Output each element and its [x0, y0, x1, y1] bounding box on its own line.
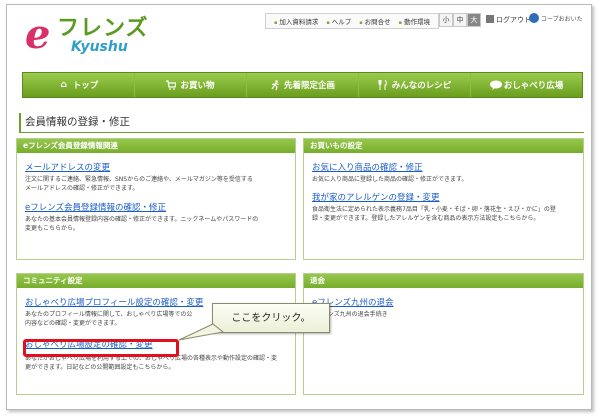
desc-allergen-2: 録・変更ができます。登録したアレルゲンを含む商品の表示方法設定もこちらから。 — [312, 215, 540, 222]
desc-email-change-1: 注文に関するご連絡、緊急情報、SNSからのご連絡や、メールマガジン等を受信する — [25, 176, 253, 183]
cart-icon — [166, 80, 178, 90]
nav-top[interactable]: ⌂ トップ — [23, 73, 135, 97]
link-member-info[interactable]: eフレンズ会員登録情報の確認・修正 — [25, 203, 291, 214]
coop-icon — [529, 13, 539, 23]
nav-shopping-label: お買い物 — [180, 81, 215, 91]
desc-withdraw: eフレンズ九州の退会手続き — [312, 311, 388, 318]
link-help[interactable]: ヘルプ — [326, 16, 352, 26]
link-favorites[interactable]: お気に入り商品の確認・修正 — [312, 163, 578, 174]
link-allergen[interactable]: 我が家のアレルゲンの登録・変更 — [312, 193, 578, 204]
logo-wordmark: フレンズ — [57, 16, 149, 41]
entry-email-change: メールアドレスの変更 注文に関するご連絡、緊急情報、SNSからのご連絡や、メール… — [25, 163, 291, 193]
logout-button[interactable]: ログアウト — [486, 13, 531, 27]
panel-member-info: eフレンズ会員登録情報関連 メールアドレスの変更 注文に関するご連絡、緊急情報、… — [16, 138, 296, 260]
utility-links: 加入資料請求 ヘルプ お問合せ 動作環境 — [265, 13, 440, 29]
nav-chat[interactable]: おしゃべり広場 — [471, 73, 582, 97]
home-icon: ⌂ — [60, 80, 67, 90]
nav-chat-label: おしゃべり広場 — [503, 81, 564, 91]
font-size-switcher: 小 中 大 — [439, 13, 481, 27]
nav-top-label: トップ — [72, 81, 99, 91]
nav-recipes-label: みんなのレシピ — [391, 81, 452, 91]
desc-favorites: お気に入り商品に登録した商品の確認・修正ができます。 — [312, 176, 468, 183]
logo-region: Kyushu — [71, 39, 128, 55]
coop-oita-logo[interactable]: コープおおいた — [529, 13, 583, 27]
efriends-kyushu-logo[interactable]: e フレンズ Kyushu — [25, 11, 175, 63]
page-title: 会員情報の登録・修正 — [19, 113, 584, 133]
desc-allergen-1: 食品衛生法に定められた表示義務7品目「乳・小麦・そば・卵・落花生・えび・かに」の… — [312, 206, 556, 213]
main-nav: ⌂ トップ お買い物 先着限定企画 みんなのレシピ おしゃべり広場 — [22, 72, 583, 98]
entry-withdraw: eフレンズ九州の退会 eフレンズ九州の退会手続き — [312, 298, 578, 319]
desc-email-change-2: メールアドレスの確認・修正ができます。 — [25, 185, 139, 192]
logout-icon — [486, 15, 494, 23]
link-environment[interactable]: 動作環境 — [399, 16, 430, 26]
nav-shopping[interactable]: お買い物 — [135, 73, 247, 97]
link-email-change[interactable]: メールアドレスの変更 — [25, 163, 291, 174]
desc-member-info-2: 変更もこちらから。 — [25, 225, 80, 232]
logout-label: ログアウト — [496, 16, 531, 24]
desc-member-info-1: あなたの基本会員情報登録内容の確認・修正ができます。ニックネームやパスワードの — [25, 216, 259, 223]
panel-withdraw: 退会 eフレンズ九州の退会 eフレンズ九州の退会手続き — [303, 273, 584, 395]
click-highlight-box — [23, 339, 179, 357]
coop-label: コープおおいた — [541, 16, 583, 23]
link-request-materials[interactable]: 加入資料請求 — [274, 16, 318, 26]
nav-limited-label: 先着限定企画 — [283, 81, 335, 91]
nav-limited[interactable]: 先着限定企画 — [247, 73, 359, 97]
panel-community-settings: コミュニティ設定 おしゃべり広場プロフィール設定の確認・変更 あなたのプロフィー… — [16, 273, 296, 395]
panel-shopping-settings-title: お買いもの設定 — [304, 139, 583, 153]
font-size-small[interactable]: 小 — [439, 13, 453, 27]
link-contact[interactable]: お問合せ — [359, 16, 391, 26]
entry-allergen: 我が家のアレルゲンの登録・変更 食品衛生法に定められた表示義務7品目「乳・小麦・… — [312, 193, 578, 223]
entry-member-info: eフレンズ会員登録情報の確認・修正 あなたの基本会員情報登録内容の確認・修正がで… — [25, 203, 291, 233]
panel-withdraw-title: 退会 — [304, 274, 583, 288]
runner-icon — [270, 80, 280, 91]
link-withdraw[interactable]: eフレンズ九州の退会 — [312, 298, 578, 309]
panel-shopping-settings: お買いもの設定 お気に入り商品の確認・修正 お気に入り商品に登録した商品の確認・… — [303, 138, 584, 260]
nav-recipes[interactable]: みんなのレシピ — [359, 73, 471, 97]
logo-e-mark: e — [25, 11, 51, 58]
font-size-medium[interactable]: 中 — [453, 13, 467, 27]
desc-chat-settings-2: 更ができます。日記などの公開範囲設定もこちらから。 — [25, 364, 175, 371]
chat-bubble-icon — [489, 80, 502, 90]
entry-favorites: お気に入り商品の確認・修正 お気に入り商品に登録した商品の確認・修正ができます。 — [312, 163, 578, 184]
click-here-callout: ここをクリック。 — [212, 303, 330, 333]
cutlery-icon — [378, 79, 388, 90]
font-size-large[interactable]: 大 — [467, 13, 481, 27]
panel-community-settings-title: コミュニティ設定 — [17, 274, 295, 288]
screenshot-frame: e フレンズ Kyushu 加入資料請求 ヘルプ お問合せ 動作環境 小 中 大… — [6, 4, 592, 410]
panel-member-info-title: eフレンズ会員登録情報関連 — [17, 139, 295, 153]
callout-pointer — [178, 323, 225, 341]
